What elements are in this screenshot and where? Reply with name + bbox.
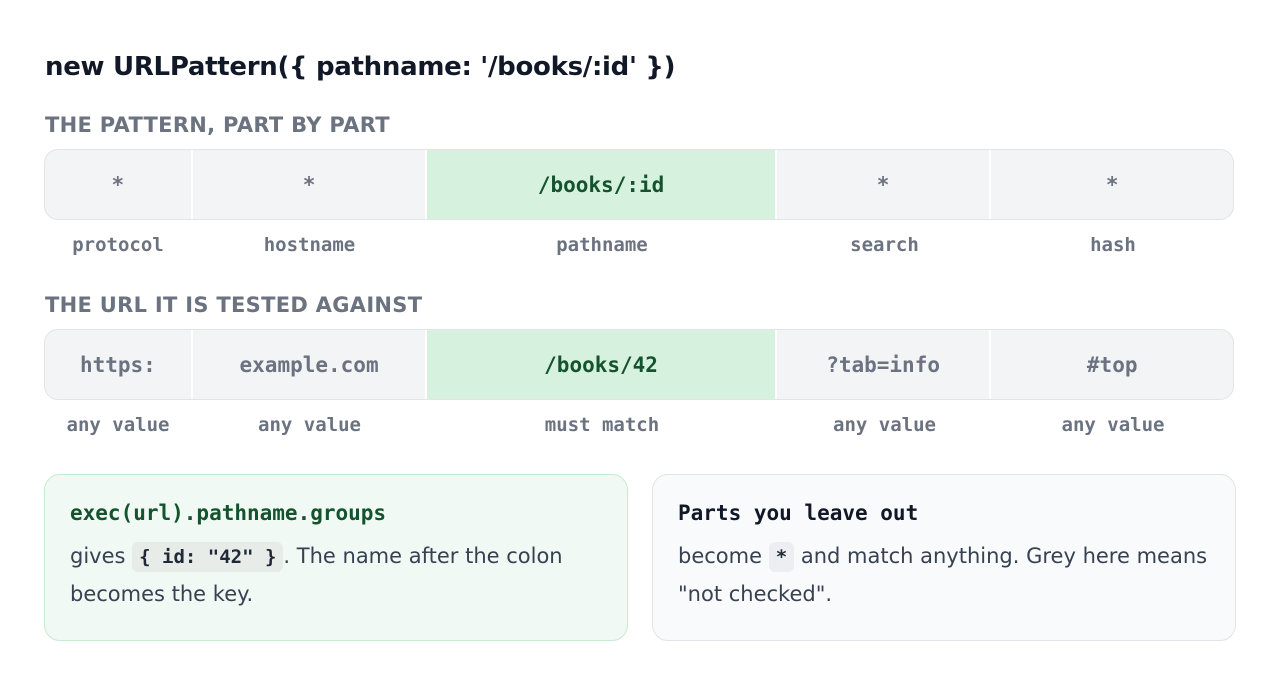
url-captions: any value any value must match any value… [44, 414, 1234, 436]
url-caption-protocol: any value [66, 414, 170, 436]
pattern-cell-hash: * [1105, 172, 1119, 197]
pattern-strip: * * /books/:id * * [44, 149, 1234, 220]
url-cell-hostname: example.com [193, 330, 428, 399]
omitted-parts-card-body: become * and match anything. Grey here m… [678, 537, 1210, 613]
diagram-title: new URLPattern({ pathname: '/books/:id' … [45, 52, 676, 82]
groups-card-text-before: gives [70, 544, 126, 568]
pattern-cell-search: * [777, 150, 992, 219]
url-section-label: THE URL IT IS TESTED AGAINST [45, 293, 423, 317]
url-cell-pathname: /books/42 [427, 330, 777, 399]
url-strip: https: example.com /books/42 ?tab=info #… [44, 329, 1234, 400]
groups-card-code: { id: "42" } [132, 542, 284, 572]
url-caption-search: any value [833, 414, 936, 436]
groups-card-body: gives { id: "42" }. The name after the c… [70, 537, 602, 613]
groups-card-heading: exec(url).pathname.groups [70, 501, 387, 525]
pattern-caption-protocol: protocol [72, 234, 164, 256]
diagram: new URLPattern({ pathname: '/books/:id' … [0, 0, 1280, 694]
url-cell-protocol: https: [45, 330, 193, 399]
pattern-caption-hostname: hostname [263, 234, 356, 256]
omitted-parts-card-code: * [768, 542, 795, 572]
url-cell-search: ?tab=info [777, 330, 992, 399]
url-caption-hash: any value [1061, 414, 1165, 436]
pattern-cell-protocol: * [45, 150, 193, 219]
omitted-parts-card: Parts you leave out become * and match a… [652, 474, 1236, 641]
url-caption-hostname: any value [258, 414, 361, 436]
groups-card: exec(url).pathname.groups gives { id: "4… [44, 474, 628, 641]
pattern-section-label: THE PATTERN, PART BY PART [45, 113, 390, 137]
pattern-caption-hash: hash [1090, 234, 1136, 256]
pattern-cell-pathname: /books/:id [427, 150, 777, 219]
omitted-parts-card-heading: Parts you leave out [678, 501, 919, 525]
pattern-cell-hostname: * [193, 150, 428, 219]
pattern-caption-pathname: pathname [556, 234, 648, 256]
pattern-captions: protocol hostname pathname search hash [44, 234, 1234, 256]
url-caption-pathname: must match [544, 414, 660, 436]
url-cell-hash: #top [1086, 352, 1138, 377]
pattern-caption-search: search [850, 234, 919, 256]
omitted-parts-card-text-before: become [678, 544, 763, 568]
